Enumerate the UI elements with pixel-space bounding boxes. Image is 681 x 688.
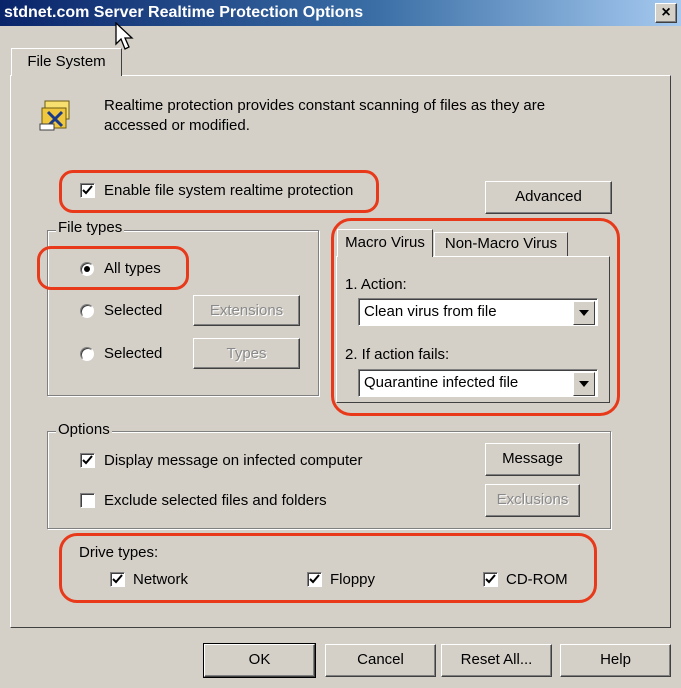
- cancel-button[interactable]: Cancel: [325, 644, 436, 677]
- selected-extensions-radio[interactable]: [80, 304, 94, 318]
- reset-all-button[interactable]: Reset All...: [441, 644, 552, 677]
- help-button[interactable]: Help: [560, 644, 671, 677]
- selected-types-radio[interactable]: [80, 347, 94, 361]
- options-group-label: Options: [56, 421, 112, 438]
- exclude-files-checkbox[interactable]: [80, 493, 95, 508]
- intro-text-line2: accessed or modified.: [104, 117, 250, 134]
- tab-file-system-label: File System: [27, 53, 106, 70]
- intro-text-line1: Realtime protection provides constant sc…: [104, 97, 546, 114]
- types-button-label: Types: [226, 345, 267, 362]
- advanced-button-label: Advanced: [515, 188, 582, 205]
- close-icon: ×: [661, 4, 671, 21]
- extensions-button-label: Extensions: [209, 302, 284, 319]
- advanced-button[interactable]: Advanced: [485, 181, 612, 214]
- message-button[interactable]: Message: [485, 443, 580, 476]
- dialog-window: stdnet.com Server Realtime Protection Op…: [0, 0, 681, 688]
- display-message-label: Display message on infected computer: [104, 452, 363, 469]
- help-button-label: Help: [600, 651, 631, 668]
- extensions-button[interactable]: Extensions: [193, 295, 300, 326]
- selected-extensions-label: Selected: [104, 302, 163, 319]
- types-button[interactable]: Types: [193, 338, 300, 369]
- cancel-button-label: Cancel: [357, 651, 404, 668]
- ok-button-label: OK: [248, 651, 271, 668]
- display-message-checkbox[interactable]: [80, 453, 95, 468]
- close-button[interactable]: ×: [655, 3, 677, 23]
- exclude-files-label: Exclude selected files and folders: [104, 492, 327, 509]
- tab-macro-virus[interactable]: Macro Virus: [337, 229, 433, 257]
- annotation-circle-drive-types: [59, 533, 597, 603]
- selected-types-label: Selected: [104, 345, 163, 362]
- file-shield-icon: [39, 100, 70, 131]
- exclusions-button-label: Exclusions: [496, 491, 569, 508]
- window-title: stdnet.com Server Realtime Protection Op…: [4, 4, 364, 21]
- reset-all-button-label: Reset All...: [460, 651, 533, 668]
- tab-file-system[interactable]: File System: [11, 48, 122, 76]
- title-bar[interactable]: stdnet.com Server Realtime Protection Op…: [0, 0, 681, 26]
- tab-macro-virus-label: Macro Virus: [345, 234, 425, 251]
- annotation-circle-enable: [59, 170, 379, 213]
- file-types-group-label: File types: [56, 219, 125, 236]
- ok-button[interactable]: OK: [203, 643, 316, 678]
- checkmark-icon: [82, 455, 93, 465]
- annotation-circle-all-types: [37, 246, 189, 290]
- message-button-label: Message: [502, 450, 563, 467]
- exclusions-button[interactable]: Exclusions: [485, 484, 580, 517]
